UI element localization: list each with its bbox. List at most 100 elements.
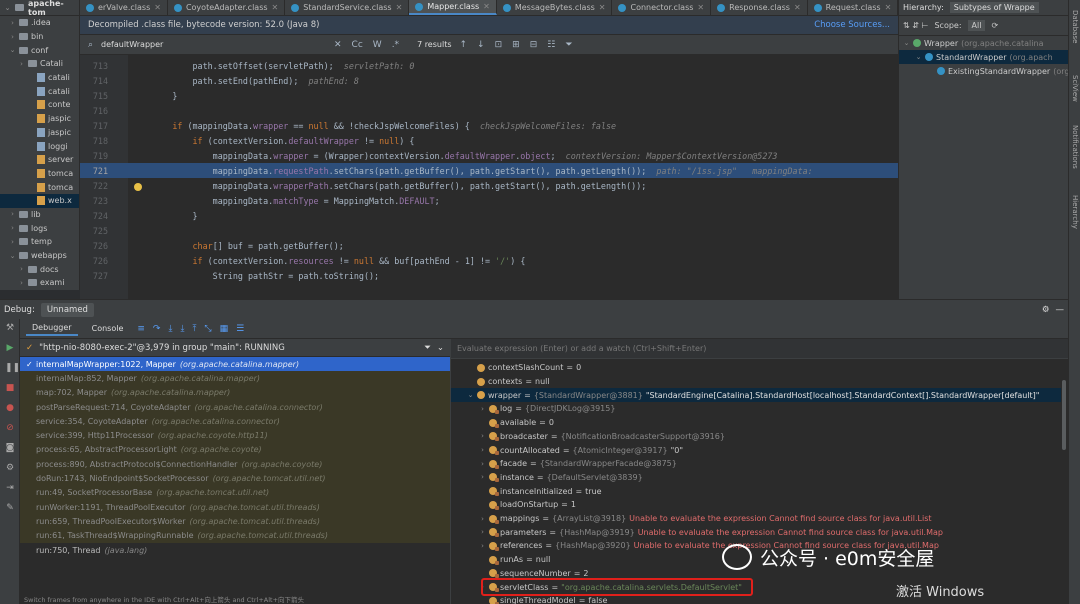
chevron-right-icon[interactable]: › <box>479 432 486 440</box>
stop-icon[interactable]: ■ <box>5 383 15 393</box>
arrow-down-icon[interactable]: ↓ <box>475 40 487 50</box>
variable-row[interactable]: › mappings = {ArrayList@3918} Unable to e… <box>479 512 932 526</box>
camera-icon[interactable]: ◙ <box>5 443 15 453</box>
words-toggle[interactable]: W <box>371 40 384 50</box>
frame-row[interactable]: process:890, AbstractProtocol$Connection… <box>20 457 450 472</box>
tree-item[interactable]: catali <box>0 71 79 85</box>
chevron-down-icon[interactable]: ⌄ <box>9 252 16 260</box>
variable-row[interactable]: contexts = null <box>467 375 550 389</box>
pin-icon[interactable]: ✎ <box>5 503 15 513</box>
step-into-icon[interactable]: ⤓ <box>168 324 172 334</box>
chevron-down-icon[interactable]: ⌄ <box>437 343 444 353</box>
step-out-icon[interactable]: ⤒ <box>192 324 196 334</box>
variable-row[interactable]: loadOnStartup = 1 <box>479 498 576 512</box>
choose-sources-link[interactable]: Choose Sources... <box>814 20 890 30</box>
variable-row[interactable]: › broadcaster = {NotificationBroadcasterS… <box>479 430 728 444</box>
editor-tab[interactable]: StandardService.class ✕ <box>285 0 410 15</box>
code-line[interactable]: 719 mappingData.wrapper = (Wrapper)conte… <box>80 148 898 163</box>
frame-row[interactable]: service:399, Http11Processor (org.apache.… <box>20 428 450 443</box>
hierarchy-item[interactable]: ExistingStandardWrapper (org <box>899 64 1068 78</box>
chevron-down-icon[interactable]: ⌄ <box>9 46 16 54</box>
variable-row[interactable]: › countAllocated = {AtomicInteger@3917} "… <box>479 443 683 457</box>
code-editor[interactable]: 713 path.setOffset(servletPath); servlet… <box>80 55 898 299</box>
code-line[interactable]: 715 } <box>80 88 898 103</box>
close-icon[interactable]: ✕ <box>599 3 606 12</box>
mute-breakpoints-icon[interactable]: ⊘ <box>5 423 15 433</box>
remove-selection-icon[interactable]: ⊟ <box>528 40 540 50</box>
editor-tab[interactable]: Response.class ✕ <box>711 0 808 15</box>
code-line[interactable]: 724 } <box>80 208 898 223</box>
thread-selector[interactable]: ✓ "http-nio-8080-exec-2"@3,979 in group … <box>20 339 450 357</box>
add-selection-icon[interactable]: ⊞ <box>510 40 522 50</box>
chevron-down-icon[interactable]: ⌄ <box>467 391 474 399</box>
settings-icon[interactable]: ⚙ <box>5 463 15 473</box>
tree-item[interactable]: conte <box>0 98 79 112</box>
code-line[interactable]: 713 path.setOffset(servletPath); servlet… <box>80 58 898 73</box>
hierarchy-tools[interactable]: ⇅ ⇵ ⊢ <box>903 21 928 30</box>
code-line[interactable]: 714 path.setEnd(pathEnd); pathEnd: 8 <box>80 73 898 88</box>
tree-item[interactable]: › exami <box>0 276 79 290</box>
match-case-toggle[interactable]: Cc <box>350 40 365 50</box>
force-step-into-icon[interactable]: ⤓ <box>180 324 184 334</box>
tree-item[interactable]: catali <box>0 84 79 98</box>
tree-item[interactable]: › bin <box>0 30 79 44</box>
menu-icon[interactable]: ≡ <box>137 324 145 334</box>
code-line[interactable]: 718 if (contextVersion.defaultWrapper !=… <box>80 133 898 148</box>
chevron-right-icon[interactable]: › <box>479 446 486 454</box>
tree-item[interactable]: tomca <box>0 167 79 181</box>
code-line[interactable]: 717 if (mappingData.wrapper == null && !… <box>80 118 898 133</box>
editor-tab[interactable]: Connector.class ✕ <box>612 0 712 15</box>
chevron-right-icon[interactable]: › <box>9 33 16 41</box>
variable-row[interactable]: › log = {DirectJDKLog@3915} <box>479 402 618 416</box>
tree-item[interactable]: server <box>0 153 79 167</box>
chevron-right-icon[interactable]: › <box>9 19 16 27</box>
tree-item[interactable]: › lib <box>0 208 79 222</box>
tree-item[interactable]: ⌄ conf <box>0 43 79 57</box>
chevron-right-icon[interactable]: › <box>18 279 25 287</box>
chevron-right-icon[interactable]: › <box>18 265 25 273</box>
tree-item[interactable]: tomca <box>0 180 79 194</box>
tree-item[interactable]: web.x <box>0 193 79 208</box>
tree-item[interactable]: ⌄ webapps <box>0 249 79 263</box>
tree-item[interactable]: › temp <box>0 235 79 249</box>
sidebar-hierarchy[interactable]: Hierarchy <box>1071 195 1079 229</box>
filter-icon[interactable]: ⏷ <box>563 40 574 50</box>
variable-row[interactable]: available = 0 <box>479 416 554 430</box>
editor-tab[interactable]: CoyoteAdapter.class ✕ <box>168 0 286 15</box>
frame-row[interactable]: internalMap:852, Mapper (org.apache.catal… <box>20 371 450 386</box>
editor-tab[interactable]: Request.class ✕ <box>808 0 898 15</box>
frame-row[interactable]: run:750, Thread (java.lang) <box>20 542 450 558</box>
minimize-icon[interactable]: — <box>1056 305 1065 315</box>
scope-select[interactable]: All <box>967 20 986 31</box>
chevron-down-icon[interactable]: ⌄ <box>915 53 922 61</box>
step-over-icon[interactable]: ↷ <box>153 324 161 334</box>
close-icon[interactable]: ✕ <box>483 2 490 11</box>
tab-console[interactable]: Console <box>86 322 130 335</box>
tree-item[interactable]: › Catali <box>0 57 79 71</box>
close-icon[interactable]: ✕ <box>885 3 892 12</box>
frame-row[interactable]: run:659, ThreadPoolExecutor$Worker (org.a… <box>20 514 450 529</box>
editor-tab[interactable]: Mapper.class ✕ <box>409 0 497 15</box>
chevron-right-icon[interactable]: › <box>479 515 486 523</box>
chevron-right-icon[interactable]: › <box>9 224 16 232</box>
frame-row[interactable]: runWorker:1191, ThreadPoolExecutor (org.a… <box>20 499 450 515</box>
pause-icon[interactable]: ❚❚ <box>5 363 20 373</box>
variable-row[interactable]: › parameters = {HashMap@3919} Unable to e… <box>479 525 943 539</box>
variable-row[interactable]: contextSlashCount = 0 <box>467 361 581 375</box>
select-all-icon[interactable]: ⊡ <box>493 40 505 50</box>
chevron-right-icon[interactable]: › <box>479 542 486 550</box>
tree-item[interactable]: › logs <box>0 221 79 235</box>
run-to-cursor-icon[interactable]: ⤡ <box>204 324 211 334</box>
debug-session-tab[interactable]: Unnamed <box>40 302 94 317</box>
breakpoints-icon[interactable]: ● <box>5 403 15 413</box>
regex-toggle[interactable]: .* <box>390 40 401 50</box>
variable-row[interactable]: instanceInitialized = true <box>479 484 602 498</box>
chevron-down-icon[interactable]: ⌄ <box>4 4 11 12</box>
exit-icon[interactable]: ⇥ <box>5 483 15 493</box>
variable-row[interactable]: › facade = {StandardWrapperFacade@3875} <box>479 457 680 471</box>
chevron-right-icon[interactable]: › <box>9 210 16 218</box>
sidebar-sciview[interactable]: SciView <box>1071 75 1079 102</box>
resume-icon[interactable]: ▶ <box>5 343 15 353</box>
tree-item[interactable]: › docs <box>0 262 79 276</box>
sidebar-notifications[interactable]: Notifications <box>1071 125 1079 169</box>
